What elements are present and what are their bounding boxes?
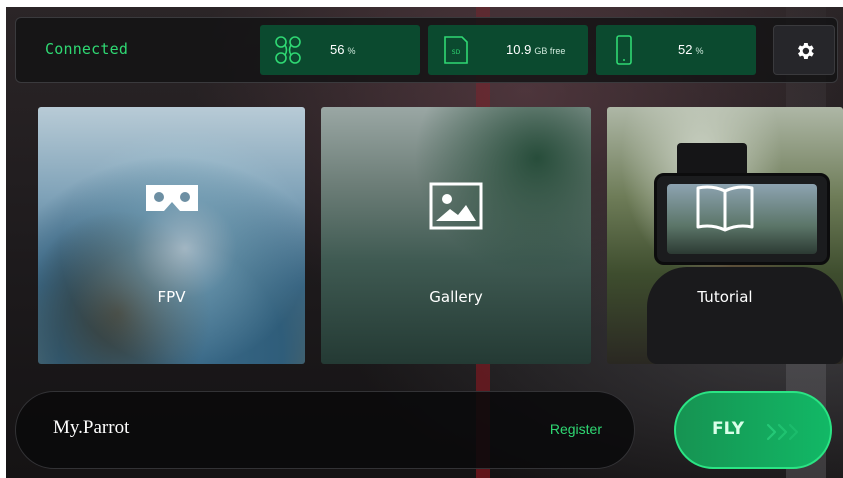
- connection-status: Connected: [45, 40, 129, 58]
- sd-label: SD: [452, 49, 461, 56]
- drone-battery-value: 56%: [330, 42, 355, 57]
- phone-battery-number: 52: [678, 42, 693, 57]
- controller-image: [647, 267, 843, 364]
- card-label: Tutorial: [697, 288, 753, 306]
- card-gallery[interactable]: Gallery: [321, 107, 591, 364]
- fly-label: FLY: [712, 419, 745, 439]
- register-link[interactable]: Register: [550, 421, 602, 437]
- vr-headset-icon: [145, 185, 198, 211]
- my-parrot-bar[interactable]: My.Parrot Register: [15, 391, 635, 469]
- fly-button[interactable]: FLY: [674, 391, 832, 469]
- drone-battery-unit: %: [347, 46, 356, 56]
- drone-icon: [275, 36, 301, 64]
- drone-battery-stat: 56%: [260, 25, 420, 75]
- drone-battery-number: 56: [330, 42, 345, 57]
- status-bar: Connected 56% SD 10.9 GB free 52 %: [15, 17, 838, 83]
- card-tutorial[interactable]: Tutorial: [607, 107, 843, 364]
- book-icon: [696, 185, 754, 232]
- controller-clamp-image: [677, 143, 747, 177]
- card-label: Gallery: [429, 288, 483, 306]
- gear-icon: [798, 43, 814, 59]
- card-label: FPV: [157, 288, 186, 306]
- my-parrot-logo: My.Parrot: [53, 417, 130, 438]
- storage-value: 10.9 GB free: [506, 42, 565, 57]
- card-fpv[interactable]: FPV: [38, 107, 305, 364]
- phone-icon: [616, 35, 632, 65]
- chevrons-right-icon: [766, 423, 799, 441]
- phone-battery-stat: 52%: [596, 25, 756, 75]
- settings-button[interactable]: [773, 25, 835, 75]
- storage-number: 10.9: [506, 42, 532, 57]
- sd-card-icon: SD: [444, 36, 468, 64]
- phone-battery-unit: %: [695, 46, 704, 56]
- phone-battery-value: 52%: [678, 42, 703, 57]
- image-icon: [429, 182, 483, 230]
- storage-stat: SD 10.9 GB free: [428, 25, 588, 75]
- app-screen: Connected 56% SD 10.9 GB free 52 % FPV G…: [6, 7, 843, 478]
- storage-unit: GB free: [534, 46, 566, 56]
